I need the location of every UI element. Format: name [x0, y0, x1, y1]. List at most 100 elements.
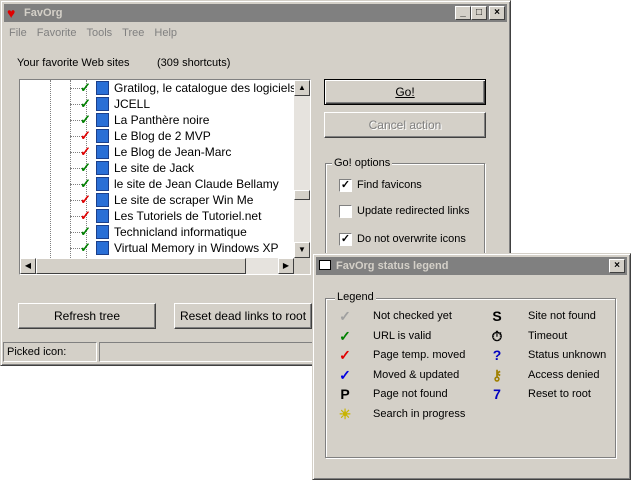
legend-label: Access denied: [528, 368, 600, 381]
search-progress-icon: ☀: [338, 406, 352, 422]
valid-check-icon: ✓: [80, 176, 91, 191]
checkmark-icon: ✓: [340, 233, 351, 245]
valid-check-icon: ✓: [80, 96, 91, 111]
favorites-label: Your favorite Web sites: [17, 57, 130, 69]
tree-item-label: Le Blog de Jean-Marc: [114, 145, 232, 159]
menu-tools[interactable]: Tools: [81, 24, 117, 42]
menu-help[interactable]: Help: [149, 24, 182, 42]
menu-favorite[interactable]: Favorite: [32, 24, 82, 42]
tree-item[interactable]: ✓ Gratilog, le catalogue des logiciels gr…: [20, 80, 294, 96]
vertical-scroll-thumb[interactable]: [294, 190, 310, 200]
page-not-found-icon: P: [340, 386, 350, 403]
legend-window: FavOrg status legend × Legend ✓ Not check…: [312, 253, 631, 480]
shortcuts-count: (309 shortcuts): [157, 57, 231, 69]
web-page-icon: [96, 129, 109, 143]
tree-item[interactable]: ✓ JCELL: [20, 96, 294, 112]
legend-group-label: Legend: [335, 291, 376, 303]
tree-item[interactable]: ✓ Technicland informatique: [20, 224, 294, 240]
valid-check-icon: ✓: [80, 224, 91, 239]
scroll-left-button[interactable]: ◀: [20, 258, 36, 274]
legend-window-title: FavOrg status legend: [336, 260, 449, 272]
close-button[interactable]: ×: [489, 6, 505, 20]
find-favicons-label[interactable]: Find favicons: [357, 179, 422, 191]
tree-item-label: Le site de scraper Win Me: [114, 193, 254, 207]
tree-item-label: Gratilog, le catalogue des logiciels gra…: [114, 81, 294, 95]
find-favicons-checkbox[interactable]: ✓: [339, 179, 352, 192]
cancel-action-button[interactable]: Cancel action: [324, 112, 486, 138]
tree-item[interactable]: ✓ Virtual Memory in Windows XP: [20, 240, 294, 256]
scroll-down-button[interactable]: ▼: [294, 242, 310, 258]
tree-item-label: Virtual Memory in Windows XP: [114, 241, 279, 255]
web-page-icon: [96, 81, 109, 95]
legend-label: Search in progress: [373, 408, 466, 420]
valid-check-icon: ✓: [80, 80, 91, 95]
legend-label: Site not found: [528, 310, 596, 322]
horizontal-scroll-thumb[interactable]: [36, 258, 246, 274]
temp-moved-check-icon: ✓: [339, 347, 351, 364]
not-checked-icon: ✓: [339, 308, 351, 324]
menu-tree[interactable]: Tree: [117, 24, 149, 42]
temp-moved-check-icon: ✓: [80, 208, 91, 223]
temp-moved-check-icon: ✓: [80, 192, 91, 207]
refresh-tree-button[interactable]: Refresh tree: [18, 303, 156, 329]
temp-moved-check-icon: ✓: [80, 144, 91, 159]
tree-item-label: JCELL: [114, 97, 151, 111]
tree-item-label: Technicland informatique: [114, 225, 247, 239]
do-not-overwrite-checkbox[interactable]: ✓: [339, 233, 352, 246]
scroll-right-button[interactable]: ▶: [278, 258, 294, 274]
tree-item[interactable]: ✓ Le site de Jack: [20, 160, 294, 176]
web-page-icon: [96, 241, 109, 255]
tree-vertical-scrollbar[interactable]: ▲ ▼: [294, 80, 310, 258]
web-page-icon: [96, 97, 109, 111]
tree-item-label: Le Blog de 2 MVP: [114, 129, 211, 143]
legend-label: Moved & updated: [373, 368, 460, 381]
web-page-icon: [96, 161, 109, 175]
heart-app-icon: ♥: [7, 5, 16, 21]
minimize-button[interactable]: _: [455, 6, 471, 20]
valid-check-icon: ✓: [339, 327, 351, 344]
main-window-title: FavOrg: [24, 7, 63, 19]
legend-label: URL is valid: [373, 329, 432, 342]
valid-check-icon: ✓: [80, 112, 91, 127]
legend-title-bar[interactable]: FavOrg status legend ×: [316, 257, 627, 275]
scroll-up-button[interactable]: ▲: [294, 80, 310, 96]
legend-close-button[interactable]: ×: [609, 259, 625, 273]
tree-item[interactable]: ✓ Le Blog de 2 MVP: [20, 128, 294, 144]
valid-check-icon: ✓: [80, 160, 91, 175]
update-redirected-checkbox[interactable]: [339, 205, 352, 218]
tree-item[interactable]: ✓ Le Blog de Jean-Marc: [20, 144, 294, 160]
legend-label: Timeout: [528, 329, 568, 342]
web-page-icon: [96, 177, 109, 191]
do-not-overwrite-label[interactable]: Do not overwrite icons: [357, 233, 466, 245]
tree-item[interactable]: ✓ La Panthère noire: [20, 112, 294, 128]
tree-item[interactable]: ✓ Le site de scraper Win Me: [20, 192, 294, 208]
web-page-icon: [96, 209, 109, 223]
tree-item-label: le site de Jean Claude Bellamy: [114, 177, 279, 191]
tree-horizontal-scrollbar[interactable]: ◀ ▶: [20, 258, 294, 274]
legend-label: Status unknown: [528, 349, 607, 362]
update-redirected-label[interactable]: Update redirected links: [357, 205, 470, 217]
web-page-icon: [96, 145, 109, 159]
checkmark-icon: ✓: [340, 179, 351, 191]
tree-item[interactable]: ✓ le site de Jean Claude Bellamy: [20, 176, 294, 192]
reset-dead-links-button[interactable]: Reset dead links to root: [174, 303, 312, 329]
picked-icon-label: Picked icon:: [7, 346, 67, 358]
access-denied-icon: ⚷: [491, 366, 503, 383]
scrollbar-corner: [294, 258, 310, 274]
maximize-button[interactable]: □: [471, 6, 487, 20]
legend-label: Reset to root: [528, 388, 591, 401]
web-page-icon: [96, 193, 109, 207]
valid-check-icon: ✓: [80, 240, 91, 255]
status-bar-panel-icon: [99, 342, 317, 362]
tree-item-label: La Panthère noire: [114, 113, 210, 127]
go-button[interactable]: Go!: [324, 79, 486, 105]
favorites-tree[interactable]: ✓ Gratilog, le catalogue des logiciels gr…: [19, 79, 311, 275]
reset-root-icon: 7: [493, 386, 501, 403]
legend-label: Page not found: [373, 388, 448, 401]
tree-item-label: Les Tutoriels de Tutoriel.net: [114, 209, 262, 223]
go-options-label: Go! options: [332, 157, 393, 169]
main-title-bar[interactable]: ♥ FavOrg _ □ ×: [4, 4, 507, 22]
menu-file[interactable]: File: [4, 24, 32, 42]
tree-item[interactable]: ✓ Les Tutoriels de Tutoriel.net: [20, 208, 294, 224]
temp-moved-check-icon: ✓: [80, 128, 91, 143]
